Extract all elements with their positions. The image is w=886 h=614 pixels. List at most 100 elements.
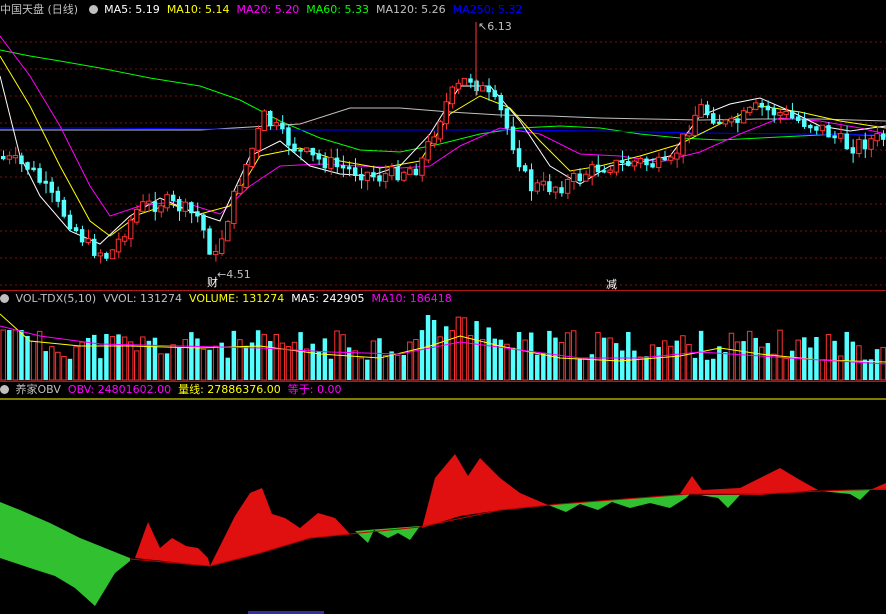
candle-body-up [856, 139, 862, 155]
low-price-label: ←4.51 [217, 268, 251, 281]
candle-body-down [73, 227, 79, 232]
candle-body-down [644, 158, 649, 166]
volume-bar-down [741, 341, 746, 380]
candle-body-up [212, 251, 219, 256]
candle-body-up [364, 171, 371, 181]
event-marker-jian[interactable]: 减 [606, 276, 617, 292]
candle-body-up [752, 102, 759, 110]
volume-bar-up [30, 340, 37, 381]
candle-body-up [419, 157, 425, 176]
volume-bar-down [674, 340, 680, 380]
candle-body-down [280, 122, 285, 130]
volume-bar-down [189, 332, 194, 380]
candle-body-down [759, 102, 765, 108]
candle-body-down [492, 90, 498, 97]
indicator-toggle-icon[interactable] [0, 294, 9, 303]
volume-indicator-bar: VOL-TDX(5,10) VVOL: 131274 VOLUME: 131274 M… [0, 291, 466, 307]
candle-body-down [795, 116, 801, 121]
volume-bar-up [212, 345, 219, 381]
candle-body-up [85, 238, 91, 243]
obv-chart[interactable] [0, 398, 886, 614]
candle-body-up [674, 152, 680, 160]
candle-body-down [268, 110, 273, 126]
volume-bar-up [237, 339, 243, 381]
volume-bar-down [98, 358, 103, 380]
volume-bar-up [358, 357, 365, 381]
candle-body-down [201, 214, 206, 231]
volume-bar-up [73, 346, 79, 381]
volume-bar-up [607, 337, 613, 381]
candle-body-down [298, 149, 303, 152]
volume-bar-down [789, 350, 795, 380]
obv-area-up [210, 488, 350, 566]
event-marker-cai[interactable]: 财 [207, 274, 218, 290]
volume-bar-down [444, 326, 449, 380]
candle-body-down [195, 211, 200, 217]
obv-area-up [135, 522, 210, 566]
candle-body-up [783, 111, 789, 115]
candle-body-up [746, 106, 753, 114]
volume-bar-down [85, 337, 91, 380]
candle-body-down [176, 198, 182, 212]
candle-body-up [109, 249, 116, 260]
volume-bar-down [553, 337, 558, 380]
indicator-toggle-icon[interactable] [88, 5, 98, 14]
volume-bar-up [382, 355, 389, 381]
volume-bar-down [225, 357, 231, 380]
candle-body-down [516, 148, 522, 168]
candle-body-up [837, 133, 844, 139]
candle-body-down [395, 166, 400, 181]
volume-bar-up [680, 335, 686, 381]
volume-bar-up [413, 339, 419, 381]
candle-body-down [31, 167, 36, 171]
candle-body-up [127, 219, 134, 240]
candle-body-down [789, 111, 795, 119]
candle-body-up [328, 157, 334, 169]
candle-body-down [37, 168, 42, 183]
candle-body-down [371, 172, 376, 178]
volume-bar-up [407, 341, 413, 381]
candle-body-up [146, 200, 152, 205]
candle-body-up [552, 186, 559, 193]
candle-body-down [468, 78, 473, 83]
candle-body-down [170, 194, 176, 201]
candle-body-up [728, 117, 735, 123]
volume-bar-up [285, 346, 292, 381]
indicator-value: MA120: 5.26 [375, 3, 446, 16]
candle-body-down [286, 127, 291, 146]
candle-body-up [570, 172, 577, 182]
volume-bar-up [570, 330, 577, 381]
obv-area-down [355, 526, 420, 543]
candle-body-up [655, 156, 662, 168]
volume-bar-up [55, 351, 61, 381]
candle-body-up [425, 141, 431, 161]
price-chart[interactable] [0, 16, 886, 290]
obv-area-up [680, 468, 818, 495]
volume-bar-down [316, 351, 322, 380]
indicator-value: MA10: 186418 [371, 292, 452, 305]
candle-body-down [377, 175, 382, 182]
candle-body-up [637, 158, 644, 164]
volume-bar-down [626, 331, 631, 380]
volume-bar-down [92, 334, 97, 380]
candle-body-up [12, 154, 19, 159]
volume-chart[interactable] [0, 306, 886, 381]
candle-body-down [67, 214, 73, 230]
candle-body-up [97, 252, 104, 257]
candle-body-up [115, 238, 122, 253]
candle-body-down [340, 165, 346, 169]
indicator-value: 等于: 0.00 [287, 383, 342, 396]
candle-body-down [19, 155, 24, 165]
indicator-toggle-icon[interactable] [0, 385, 9, 394]
candle-body-up [607, 169, 613, 173]
candle-body-up [668, 156, 674, 161]
volume-bar-down [613, 343, 619, 380]
volume-bar-down [844, 331, 849, 380]
obv-area-up [422, 454, 548, 528]
candle-body-up [303, 147, 310, 153]
volume-bar-down [717, 346, 722, 380]
volume-bar-up [825, 334, 832, 381]
candle-body-down [292, 143, 297, 152]
candle-body-up [140, 201, 146, 212]
volume-bar-up [649, 344, 656, 381]
